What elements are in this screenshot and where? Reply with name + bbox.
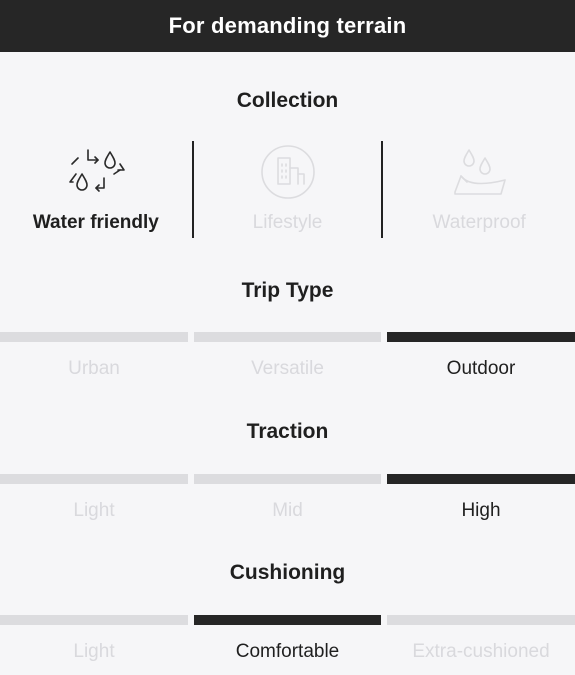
collection-item-waterproof[interactable]: Waterproof [383,140,575,240]
option-bar [194,615,381,625]
option-label: Outdoor [446,358,516,379]
collection-label-lifestyle: Lifestyle [252,212,323,233]
cushioning-selector: Light Comfortable Extra-cushioned [0,615,575,675]
option-bar [0,615,188,625]
option-label: Extra-cushioned [412,641,550,662]
collection-selector: Water friendly Lifestyle Waterproof [0,140,575,240]
option-bar [0,474,188,484]
traction-option-high[interactable]: High [387,474,575,534]
traction-title: Traction [246,420,329,443]
option-label: Comfortable [235,641,340,662]
option-label: Light [73,641,115,662]
trip-type-title: Trip Type [241,279,334,302]
option-label: High [461,500,501,521]
option-bar [194,332,381,342]
waterproof-icon [454,149,506,195]
traction-option-mid[interactable]: Mid [194,474,381,534]
cushioning-title: Cushioning [229,561,346,584]
cushioning-option-extra-cushioned[interactable]: Extra-cushioned [387,615,575,675]
header-bar: For demanding terrain [0,0,575,52]
city-building-icon [260,145,315,199]
trip-type-option-outdoor[interactable]: Outdoor [387,332,575,392]
collection-label-water-friendly: Water friendly [32,212,159,233]
header-title: For demanding terrain [168,13,407,38]
option-label: Versatile [251,358,324,379]
cushioning-option-light[interactable]: Light [0,615,188,675]
trip-type-option-versatile[interactable]: Versatile [194,332,381,392]
option-label: Mid [272,500,303,521]
collection-title: Collection [236,89,339,112]
option-bar [387,332,575,342]
option-bar [387,615,575,625]
collection-item-lifestyle[interactable]: Lifestyle [191,140,384,240]
collection-divider [191,141,194,238]
option-bar [194,474,381,484]
collection-item-water-friendly[interactable]: Water friendly [0,140,192,240]
trip-type-selector: Urban Versatile Outdoor [0,332,575,392]
cushioning-option-comfortable[interactable]: Comfortable [194,615,381,675]
option-bar [387,474,575,484]
collection-label-waterproof: Waterproof [432,212,526,233]
option-bar [0,332,188,342]
option-label: Urban [68,358,120,379]
water-friendly-icon [69,149,125,192]
traction-option-light[interactable]: Light [0,474,188,534]
traction-selector: Light Mid High [0,474,575,534]
trip-type-option-urban[interactable]: Urban [0,332,188,392]
option-label: Light [73,500,115,521]
